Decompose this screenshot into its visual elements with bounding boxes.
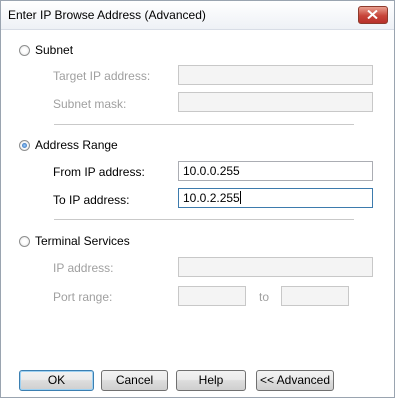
ts-ip-input[interactable] xyxy=(178,257,373,277)
dialog-window: Enter IP Browse Address (Advanced) Subne… xyxy=(0,0,395,398)
address-range-radio-button[interactable] xyxy=(19,139,30,151)
target-ip-label: Target IP address: xyxy=(53,69,151,83)
terminal-services-radio-button[interactable] xyxy=(19,235,30,247)
text-caret xyxy=(239,191,241,204)
address-range-radio[interactable]: Address Range xyxy=(19,137,118,153)
to-ip-label: To IP address: xyxy=(53,193,130,207)
window-title: Enter IP Browse Address (Advanced) xyxy=(8,8,206,22)
subnet-radio-button[interactable] xyxy=(19,44,30,56)
terminal-services-label: Terminal Services xyxy=(35,234,130,248)
dialog-body: Subnet Target IP address: Subnet mask: A… xyxy=(1,30,394,397)
subnet-radio[interactable]: Subnet xyxy=(19,42,73,58)
separator-1 xyxy=(54,124,354,125)
cancel-button[interactable]: Cancel xyxy=(101,370,168,391)
port-to-input[interactable] xyxy=(281,286,349,306)
terminal-services-radio[interactable]: Terminal Services xyxy=(19,233,130,249)
ok-button[interactable]: OK xyxy=(19,370,94,391)
subnet-mask-input[interactable] xyxy=(178,92,373,112)
port-to-label: to xyxy=(259,290,270,304)
title-bar[interactable]: Enter IP Browse Address (Advanced) xyxy=(1,1,394,30)
port-range-label: Port range: xyxy=(53,290,113,304)
from-ip-label: From IP address: xyxy=(53,165,145,179)
to-ip-value: 10.0.2.255 xyxy=(183,191,240,205)
port-from-input[interactable] xyxy=(178,286,246,306)
subnet-mask-label: Subnet mask: xyxy=(53,97,127,111)
close-button[interactable] xyxy=(358,6,388,24)
target-ip-input[interactable] xyxy=(178,65,373,85)
address-range-label: Address Range xyxy=(35,138,118,152)
separator-2 xyxy=(54,219,354,220)
help-button[interactable]: Help xyxy=(176,370,246,391)
from-ip-input[interactable]: 10.0.0.255 xyxy=(178,161,373,181)
advanced-button[interactable]: << Advanced xyxy=(256,370,334,391)
to-ip-input[interactable]: 10.0.2.255 xyxy=(178,188,373,208)
subnet-label: Subnet xyxy=(35,43,74,57)
ts-ip-label: IP address: xyxy=(53,261,114,275)
close-icon xyxy=(367,10,378,19)
